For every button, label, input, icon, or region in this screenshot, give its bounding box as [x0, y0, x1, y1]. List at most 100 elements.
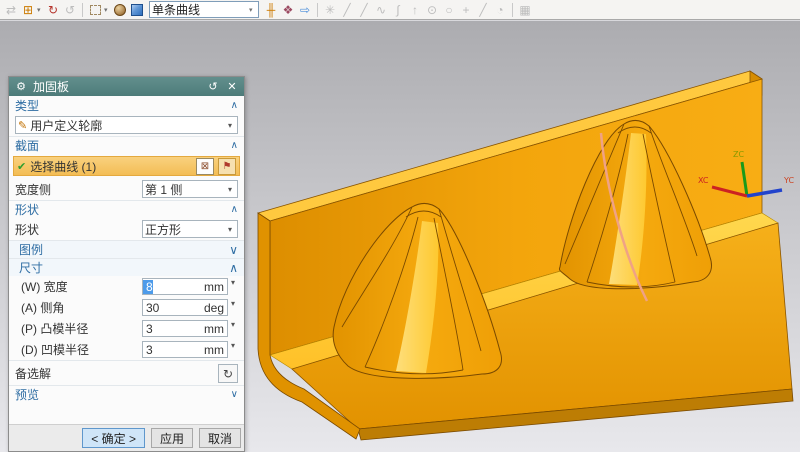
dim-width-input[interactable]: 8 mm — [142, 278, 228, 295]
grid-icon[interactable]: ▦ — [517, 2, 533, 18]
select-curve-label: 选择曲线 (1) — [30, 158, 192, 175]
shaded-cube-icon[interactable] — [129, 2, 145, 18]
line-tool-icon[interactable]: ╱ — [339, 2, 355, 18]
dim-width-label: (W) 宽度 — [21, 278, 138, 295]
toolbar-separator — [317, 3, 318, 17]
section-header-type[interactable]: 类型 ∧ — [9, 96, 244, 114]
curve-rule-value: 单条曲线 — [152, 1, 249, 18]
undo-rotate-icon[interactable]: ↺ — [62, 2, 78, 18]
section-shape-label: 形状 — [15, 201, 231, 218]
reset-icon[interactable]: ↺ — [206, 80, 220, 93]
cube-shape — [131, 4, 143, 16]
circle-tool-icon[interactable]: ○ — [441, 2, 457, 18]
dim-die-value: 3 — [143, 343, 201, 357]
sphere-shape — [114, 4, 126, 16]
chevron-up-icon[interactable]: ∧ — [231, 140, 238, 151]
section-header-preview[interactable]: 预览 ∨ — [9, 385, 244, 403]
model-3d[interactable]: ZC XC YC — [248, 21, 800, 452]
eye-tool-icon[interactable]: ◔ — [492, 2, 508, 18]
chevron-down-icon[interactable]: ▾ — [228, 341, 238, 358]
stop-at-intersection-icon[interactable]: ╫ — [263, 2, 279, 18]
width-side-label: 宽度侧 — [15, 181, 138, 198]
sphere-display-icon[interactable] — [112, 2, 128, 18]
shape-row: 形状 正方形 ▾ — [9, 218, 244, 240]
chevron-down-icon[interactable]: ▾ — [225, 185, 235, 194]
select-curve-row[interactable]: ✔ 选择曲线 (1) ⊠ ⚑ — [13, 156, 240, 176]
chevron-up-icon[interactable]: ∧ — [231, 100, 238, 111]
fit-view-icon[interactable]: ⊞ — [20, 2, 36, 18]
section-type-label: 类型 — [15, 97, 231, 114]
legend-label: 图例 — [19, 241, 229, 258]
shape-combo[interactable]: 正方形 ▾ — [142, 220, 238, 238]
snap-point-icon[interactable]: ✳ — [322, 2, 338, 18]
dim-width-value: 8 — [143, 280, 153, 294]
apply-arrow-icon[interactable]: ⇨ — [297, 2, 313, 18]
triad-x-label: XC — [698, 176, 709, 185]
preview-label: 预览 — [15, 386, 231, 403]
chevron-down-icon[interactable]: ▾ — [228, 320, 238, 337]
arc-tool-icon[interactable]: ∿ — [373, 2, 389, 18]
section-header-shape[interactable]: 形状 ∧ — [9, 200, 244, 218]
dim-punch-value: 3 — [143, 322, 201, 336]
point-on-curve-icon[interactable]: ↑ — [407, 2, 423, 18]
dialog-titlebar[interactable]: ⚙ 加固板 ↺ ✕ — [9, 77, 244, 96]
gear-icon[interactable]: ⚙ — [14, 80, 28, 93]
chevron-down-icon[interactable]: ∨ — [229, 243, 238, 257]
curve-rule-dropdown-icon[interactable]: ▾ — [249, 6, 256, 14]
chevron-up-icon[interactable]: ∧ — [229, 261, 238, 275]
follow-fillet-icon[interactable]: ❖ — [280, 2, 296, 18]
chevron-down-icon[interactable]: ∨ — [231, 389, 238, 400]
toolbar-separator — [512, 3, 513, 17]
chevron-down-icon[interactable]: ▾ — [228, 278, 238, 295]
type-combo[interactable]: ✎ 用户定义轮廓 ▾ — [15, 116, 238, 134]
deselect-icon[interactable]: ⊠ — [196, 158, 214, 175]
dialog-title: 加固板 — [33, 78, 201, 95]
chevron-down-icon[interactable]: ▾ — [225, 225, 235, 234]
line-tool-icon-2[interactable]: ╱ — [356, 2, 372, 18]
triad-y-label: YC — [783, 176, 794, 185]
dim-punch-unit: mm — [201, 322, 227, 336]
cycle-solutions-icon[interactable]: ↻ — [218, 364, 238, 383]
subsection-header-legend[interactable]: 图例 ∨ — [9, 240, 244, 258]
close-icon[interactable]: ✕ — [225, 80, 239, 93]
flag-icon[interactable]: ⚑ — [218, 158, 236, 175]
width-side-combo[interactable]: 第 1 侧 ▾ — [142, 180, 238, 198]
chevron-up-icon[interactable]: ∧ — [231, 204, 238, 215]
dim-angle-input[interactable]: 30 deg — [142, 299, 228, 316]
dim-punch-label: (P) 凸模半径 — [21, 320, 138, 337]
dim-die-input[interactable]: 3 mm — [142, 341, 228, 358]
alternate-solution-label: 备选解 — [15, 365, 214, 382]
dim-die-label: (D) 凹模半径 — [21, 341, 138, 358]
type-combo-value: 用户定义轮廓 — [30, 117, 222, 134]
dim-row-angle: (A) 侧角 30 deg ▾ — [9, 297, 244, 318]
circle-center-icon[interactable]: ⊙ — [424, 2, 440, 18]
toolbar-separator — [82, 3, 83, 17]
shape-value: 正方形 — [145, 221, 222, 238]
curve-rule-combo[interactable]: 单条曲线 ▾ — [149, 1, 259, 18]
dialog-reinforcement-plate: ⚙ 加固板 ↺ ✕ 类型 ∧ ✎ 用户定义轮廓 ▾ 截面 ∧ ✔ 选择曲线 (1… — [8, 76, 245, 452]
spline-tool-icon[interactable]: ∫ — [390, 2, 406, 18]
dim-angle-label: (A) 侧角 — [21, 299, 138, 316]
cancel-button[interactable]: 取消 — [199, 428, 241, 448]
plus-tool-icon[interactable]: + — [458, 2, 474, 18]
apply-button[interactable]: 应用 — [151, 428, 193, 448]
dim-angle-value: 30 — [143, 301, 201, 315]
type-row: ✎ 用户定义轮廓 ▾ — [9, 114, 244, 136]
ok-button[interactable]: < 确定 > — [82, 428, 145, 448]
pan-icon[interactable]: ⇄ — [3, 2, 19, 18]
rectangle-select-icon[interactable] — [87, 2, 103, 18]
check-icon: ✔ — [17, 160, 26, 173]
dim-punch-input[interactable]: 3 mm — [142, 320, 228, 337]
chevron-down-icon[interactable]: ▾ — [225, 121, 235, 130]
app-window: ⇄ ⊞ ▾ ↻ ↺ ▾ 单条曲线 ▾ ╫ ❖ ⇨ ✳ ╱ ╱ ∿ ∫ ↑ ⊙ ○… — [0, 0, 800, 452]
dim-width-unit: mm — [201, 280, 227, 294]
subsection-header-dimensions[interactable]: 尺寸 ∧ — [9, 258, 244, 276]
slash-tool-icon[interactable]: ╱ — [475, 2, 491, 18]
section-header-section[interactable]: 截面 ∧ — [9, 136, 244, 154]
dim-row-punch-radius: (P) 凸模半径 3 mm ▾ — [9, 318, 244, 339]
rectangle-select-dropdown-icon[interactable]: ▾ — [104, 6, 111, 14]
rotate-view-icon[interactable]: ↻ — [45, 2, 61, 18]
chevron-down-icon[interactable]: ▾ — [228, 299, 238, 316]
fit-view-dropdown-icon[interactable]: ▾ — [37, 6, 44, 14]
profile-icon: ✎ — [18, 119, 27, 132]
